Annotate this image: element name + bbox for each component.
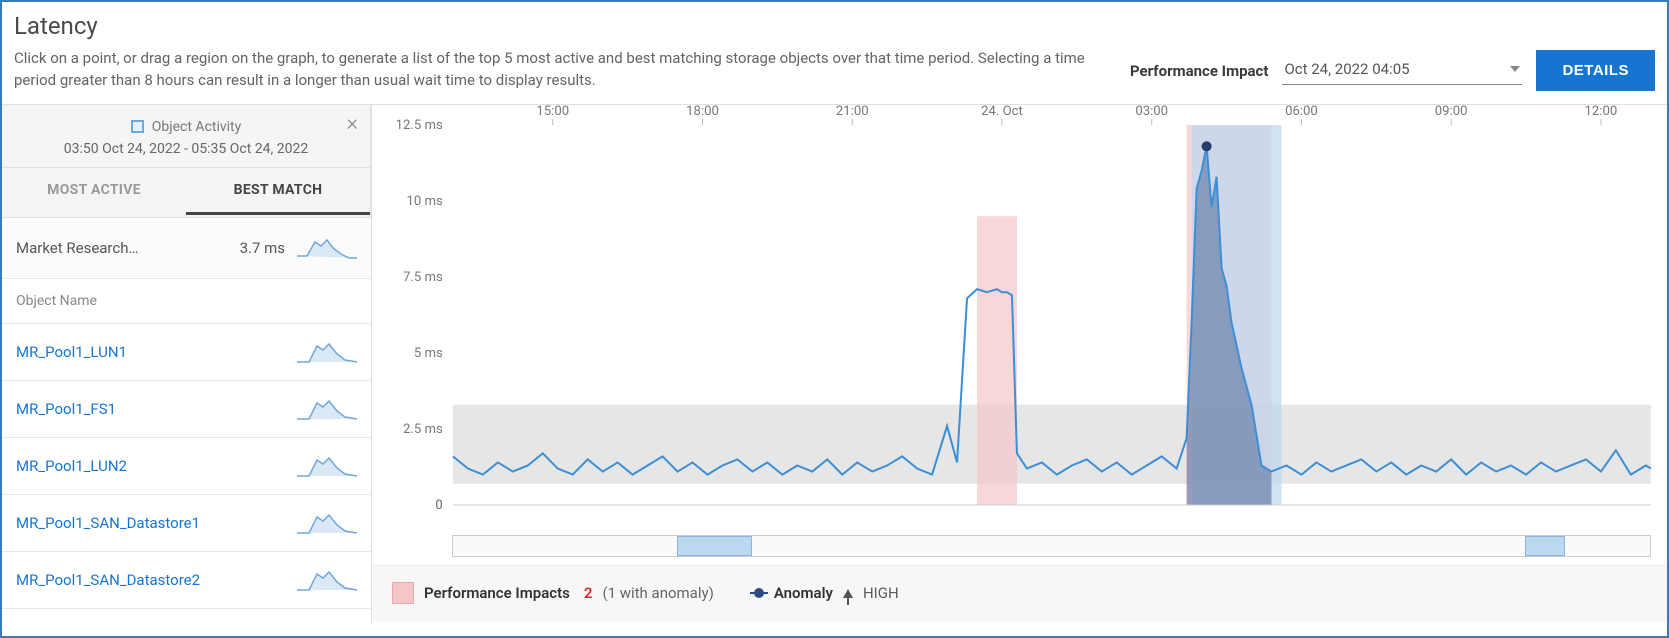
chart-legend-bar: Performance Impacts 2 (1 with anomaly) A… bbox=[372, 565, 1667, 621]
svg-text:09:00: 09:00 bbox=[1435, 105, 1468, 119]
object-link[interactable]: MR_Pool1_SAN_Datastore1 bbox=[16, 514, 297, 532]
scrub-segment[interactable] bbox=[677, 536, 752, 556]
list-item[interactable]: MR_Pool1_SAN_Datastore2 bbox=[2, 552, 371, 609]
object-link[interactable]: MR_Pool1_LUN1 bbox=[16, 343, 297, 361]
summary-sparkline bbox=[297, 234, 357, 262]
list-item[interactable]: MR_Pool1_LUN1 bbox=[2, 324, 371, 381]
svg-text:12:00: 12:00 bbox=[1585, 105, 1618, 119]
object-activity-swatch bbox=[131, 120, 144, 133]
timestamp-dropdown[interactable]: Oct 24, 2022 04:05 bbox=[1282, 56, 1522, 85]
page-title: Latency bbox=[2, 2, 1667, 48]
legend-performance-impacts: Performance Impacts 2 (1 with anomaly) bbox=[392, 582, 714, 604]
svg-text:10 ms: 10 ms bbox=[406, 194, 443, 209]
performance-impacts-count: 2 bbox=[584, 584, 593, 602]
object-link[interactable]: MR_Pool1_LUN2 bbox=[16, 457, 297, 475]
object-list: MR_Pool1_LUN1 MR_Pool1_FS1 MR_Pool1_LUN2 MR… bbox=[2, 324, 371, 609]
svg-text:2.5 ms: 2.5 ms bbox=[403, 422, 443, 437]
performance-impact-swatch bbox=[392, 582, 414, 604]
details-button[interactable]: DETAILS bbox=[1536, 50, 1655, 91]
anomaly-dot-icon bbox=[754, 588, 764, 598]
svg-text:06:00: 06:00 bbox=[1285, 105, 1318, 119]
time-scrub-bar[interactable] bbox=[452, 535, 1651, 557]
svg-text:18:00: 18:00 bbox=[686, 105, 719, 119]
svg-text:0: 0 bbox=[435, 498, 442, 513]
time-range-text: 03:50 Oct 24, 2022 - 05:35 Oct 24, 2022 bbox=[2, 135, 370, 167]
object-sidebar: × Object Activity 03:50 Oct 24, 2022 - 0… bbox=[2, 105, 372, 625]
list-item[interactable]: MR_Pool1_FS1 bbox=[2, 381, 371, 438]
chart-area: 0 2.5 ms5 ms7.5 ms10 ms12.5 ms015:0018:0… bbox=[372, 105, 1667, 625]
svg-text:15:00: 15:00 bbox=[536, 105, 569, 119]
performance-impact-group: Performance Impact Oct 24, 2022 04:05 DE… bbox=[1130, 50, 1655, 91]
list-item[interactable]: MR_Pool1_SAN_Datastore1 bbox=[2, 495, 371, 552]
body-row: × Object Activity 03:50 Oct 24, 2022 - 0… bbox=[2, 105, 1667, 625]
performance-impacts-sub: (1 with anomaly) bbox=[602, 584, 713, 602]
performance-impact-label: Performance Impact bbox=[1130, 62, 1268, 80]
chevron-down-icon bbox=[1510, 66, 1520, 72]
object-name-header: Object Name bbox=[2, 279, 371, 324]
list-item[interactable]: MR_Pool1_LUN2 bbox=[2, 438, 371, 495]
summary-name: Market Research… bbox=[16, 239, 227, 257]
svg-text:5 ms: 5 ms bbox=[414, 346, 443, 361]
performance-impacts-label: Performance Impacts bbox=[424, 584, 570, 602]
close-icon[interactable]: × bbox=[346, 111, 358, 136]
latency-chart[interactable]: 0 2.5 ms5 ms7.5 ms10 ms12.5 ms015:0018:0… bbox=[372, 105, 1667, 535]
summary-row[interactable]: Market Research… 3.7 ms bbox=[2, 218, 371, 279]
object-link[interactable]: MR_Pool1_SAN_Datastore2 bbox=[16, 571, 297, 589]
svg-text:12.5 ms: 12.5 ms bbox=[396, 118, 443, 133]
sidebar-tabs: MOST ACTIVE BEST MATCH bbox=[2, 167, 370, 215]
latency-panel: Latency Click on a point, or drag a regi… bbox=[2, 2, 1667, 625]
anomaly-label: Anomaly bbox=[774, 584, 833, 602]
svg-text:24. Oct: 24. Oct bbox=[981, 105, 1023, 119]
object-activity-label: Object Activity bbox=[152, 119, 241, 135]
anomaly-level: HIGH bbox=[863, 584, 899, 602]
sparkline bbox=[297, 395, 357, 423]
svg-text:03:00: 03:00 bbox=[1135, 105, 1168, 119]
sparkline bbox=[297, 452, 357, 480]
summary-value: 3.7 ms bbox=[227, 239, 297, 257]
arrow-up-icon bbox=[843, 589, 853, 598]
scrub-segment[interactable] bbox=[1525, 536, 1565, 556]
sparkline bbox=[297, 338, 357, 366]
sparkline bbox=[297, 509, 357, 537]
sparkline bbox=[297, 566, 357, 594]
tab-most-active[interactable]: MOST ACTIVE bbox=[2, 168, 186, 215]
header-row: Click on a point, or drag a region on th… bbox=[2, 48, 1667, 105]
object-link[interactable]: MR_Pool1_FS1 bbox=[16, 400, 297, 418]
description-text: Click on a point, or drag a region on th… bbox=[14, 48, 1110, 92]
tab-best-match[interactable]: BEST MATCH bbox=[186, 168, 370, 215]
timestamp-value: Oct 24, 2022 04:05 bbox=[1284, 60, 1409, 78]
object-activity-row: Object Activity bbox=[2, 119, 370, 135]
svg-text:7.5 ms: 7.5 ms bbox=[403, 270, 443, 285]
sidebar-header: × Object Activity 03:50 Oct 24, 2022 - 0… bbox=[2, 105, 371, 218]
svg-text:21:00: 21:00 bbox=[836, 105, 869, 119]
legend-anomaly: Anomaly HIGH bbox=[754, 584, 899, 602]
